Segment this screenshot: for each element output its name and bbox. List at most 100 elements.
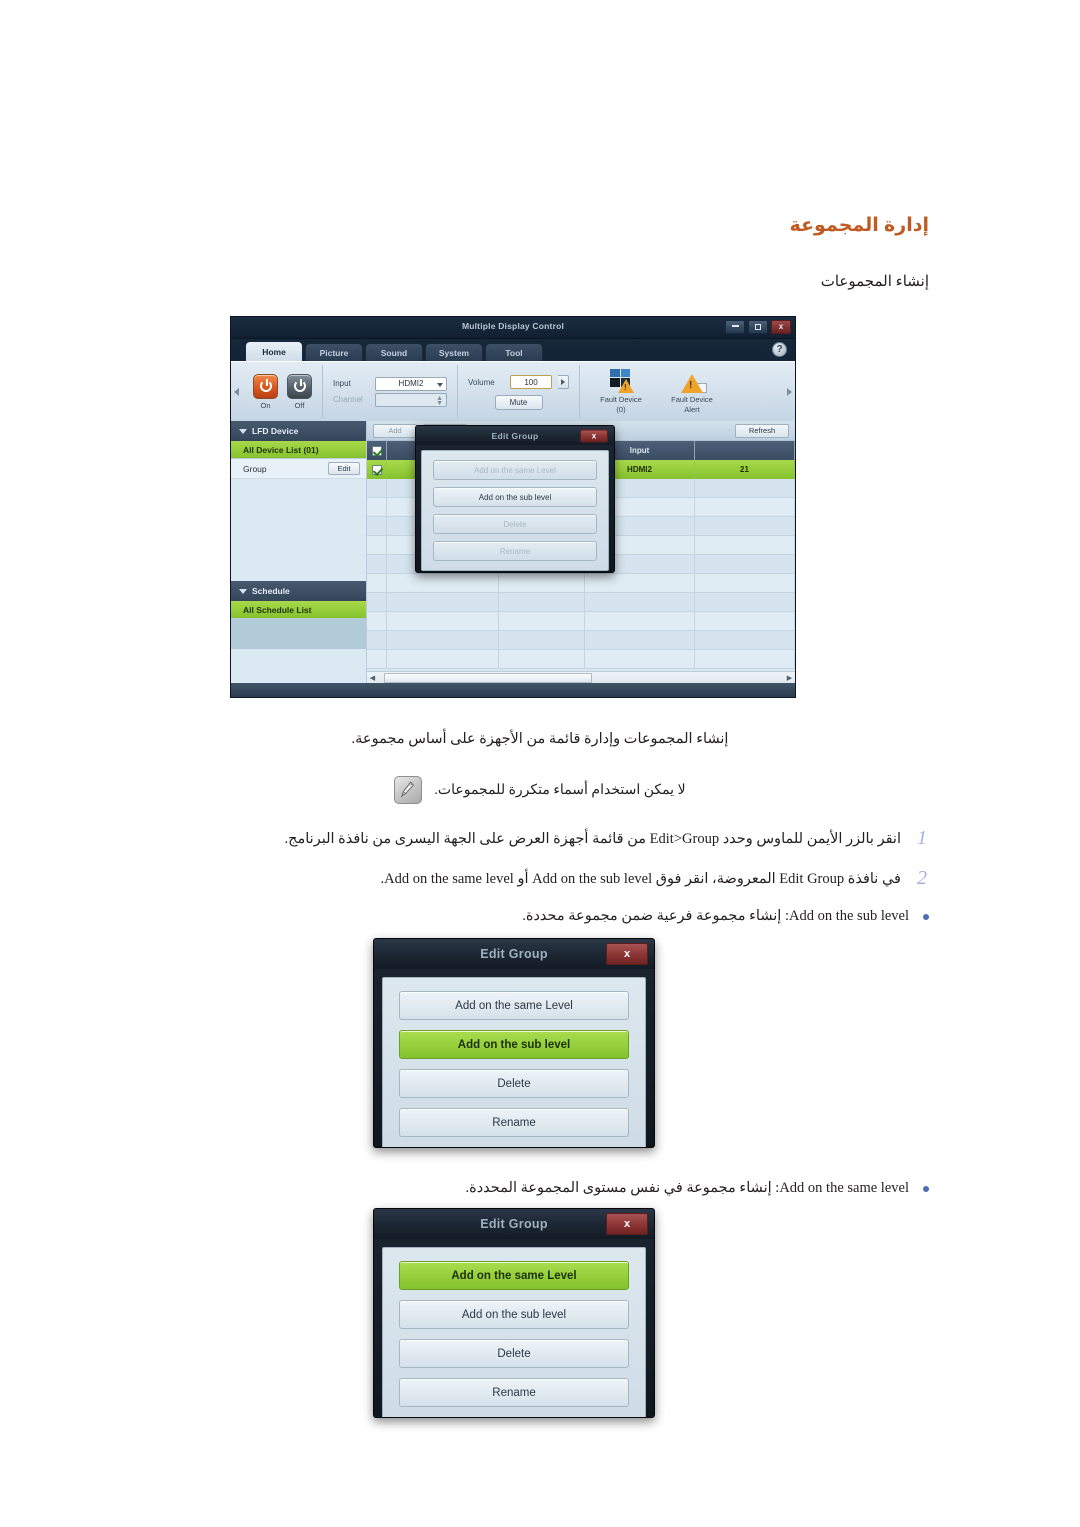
power-group: On Off <box>243 365 323 418</box>
app-status-bar <box>231 683 795 697</box>
tab-picture[interactable]: Picture <box>305 343 363 361</box>
add-on-same-level-button[interactable]: Add on the same Level <box>399 991 629 1020</box>
warning-triangle-icon <box>618 378 634 393</box>
horizontal-scrollbar[interactable]: ◀ ▶ <box>367 671 795 683</box>
table-row[interactable] <box>367 612 795 631</box>
power-on-icon[interactable] <box>253 373 278 399</box>
row-checkbox-cell[interactable] <box>367 460 387 479</box>
tab-system[interactable]: System <box>425 343 483 361</box>
fault-device-alert-label: Fault Device Alert <box>671 394 713 414</box>
dialog-title: Edit Group <box>480 947 548 961</box>
page-title: إدارة المجموعة <box>789 215 929 236</box>
input-row: Input HDMI2 <box>333 376 447 391</box>
dialog-title: Edit Group <box>480 1217 548 1231</box>
bullet-icon <box>923 914 929 920</box>
alert-triangle-icon <box>681 373 703 393</box>
row-checkbox[interactable] <box>371 464 382 475</box>
sidebar-item-all-device-list[interactable]: All Device List (01) <box>231 441 366 459</box>
app-titlebar: Multiple Display Control x <box>231 317 795 339</box>
help-icon[interactable]: ? <box>772 342 787 357</box>
add-on-sub-level-button[interactable]: Add on the sub level <box>399 1030 629 1059</box>
add-on-sub-level-button[interactable]: Add on the sub level <box>399 1300 629 1329</box>
sidebar-item-lfd-device[interactable]: LFD Device <box>231 421 366 441</box>
dialog-body: Add on the same Level Add on the sub lev… <box>421 450 609 571</box>
delete-button[interactable]: Delete <box>399 1069 629 1098</box>
add-button[interactable]: Add <box>373 423 417 438</box>
dialog-body: Add on the same Level Add on the sub lev… <box>382 977 646 1147</box>
table-row[interactable] <box>367 574 795 593</box>
app-ribbon: On Off Input HDMI2 Channel ▲ ▼ Volume 10… <box>231 361 795 421</box>
column-header-extra[interactable] <box>695 441 795 460</box>
rename-button[interactable]: Rename <box>399 1108 629 1137</box>
input-select[interactable]: HDMI2 <box>375 376 447 391</box>
scroll-left-icon[interactable]: ◀ <box>367 672 378 684</box>
maximize-icon[interactable] <box>748 320 768 334</box>
table-row[interactable] <box>367 593 795 612</box>
mute-button[interactable]: Mute <box>494 395 543 410</box>
power-off-control[interactable]: Off <box>287 373 312 410</box>
spinner-icon: ▲ ▼ <box>436 394 443 407</box>
fault-device-icon <box>608 368 634 393</box>
group-edit-button[interactable]: Edit <box>328 462 360 475</box>
step-item: 2 في نافذة Edit Group المعروضة، انقر فوق… <box>151 867 929 891</box>
fault-device-control[interactable]: Fault Device (0) <box>590 368 652 415</box>
close-icon[interactable]: x <box>606 943 648 965</box>
fault-device-alert-control[interactable]: Fault Device Alert <box>661 369 723 415</box>
delete-button[interactable]: Delete <box>399 1339 629 1368</box>
edit-group-dialog[interactable]: Edit Group x Add on the same Level Add o… <box>415 425 615 573</box>
sidebar-empty-area <box>231 479 366 581</box>
close-icon[interactable]: x <box>771 320 791 334</box>
rename-button[interactable]: Rename <box>399 1378 629 1407</box>
volume-stepper-icon[interactable] <box>558 375 569 389</box>
select-all-checkbox[interactable] <box>371 445 382 456</box>
scroll-right-icon[interactable] <box>787 387 792 396</box>
scroll-right-icon[interactable]: ▶ <box>784 672 795 684</box>
volume-input[interactable]: 100 <box>510 375 552 389</box>
bullet-icon <box>923 1186 929 1192</box>
step-text: انقر بالزر الأيمن للماوس وحدد Edit>Group… <box>284 831 901 847</box>
scrollbar-thumb[interactable] <box>384 672 592 683</box>
edit-group-dialog-same-level[interactable]: Edit Group x Add on the same Level Add o… <box>373 1208 655 1418</box>
tab-home[interactable]: Home <box>245 341 303 361</box>
step-text: في نافذة Edit Group المعروضة، انقر فوق A… <box>380 871 901 887</box>
scroll-left-icon[interactable] <box>234 387 239 396</box>
delete-button[interactable]: Delete <box>433 514 597 534</box>
table-row[interactable] <box>367 631 795 650</box>
dialog-titlebar: Edit Group x <box>416 426 614 445</box>
power-on-control[interactable]: On <box>253 373 278 410</box>
channel-stepper[interactable]: ▲ ▼ <box>375 392 447 407</box>
refresh-button[interactable]: Refresh <box>735 423 789 438</box>
sidebar-item-schedule[interactable]: Schedule <box>231 581 366 601</box>
dialog-title: Edit Group <box>491 430 539 441</box>
minimize-icon[interactable] <box>725 320 745 334</box>
note-block: لا يمكن استخدام أسماء متكررة للمجموعات. <box>151 776 929 804</box>
sidebar-item-all-schedule-list[interactable]: All Schedule List <box>231 601 366 619</box>
column-header-checkbox[interactable] <box>367 441 387 460</box>
fault-device-alert-icon <box>679 369 707 393</box>
input-group: Input HDMI2 Channel ▲ ▼ <box>323 365 458 418</box>
channel-row: Channel ▲ ▼ <box>333 392 447 407</box>
page-subtitle: إنشاء المجموعات <box>820 274 929 290</box>
document-page: إدارة المجموعة إنشاء المجموعات Multiple … <box>0 0 1080 1527</box>
list-item: Add on the same level: إنشاء مجموعة في ن… <box>260 1177 929 1199</box>
sidebar-item-group[interactable]: Group Edit <box>231 459 366 479</box>
close-icon[interactable]: x <box>580 429 608 442</box>
volume-group: Volume 100 Mute <box>458 365 580 418</box>
close-icon[interactable]: x <box>606 1213 648 1235</box>
app-window-title: Multiple Display Control <box>461 321 565 331</box>
row-extra-cell: 21 <box>695 460 795 479</box>
table-row[interactable] <box>367 650 795 669</box>
power-off-icon[interactable] <box>287 373 312 399</box>
edit-group-dialog-sub-level[interactable]: Edit Group x Add on the same Level Add o… <box>373 938 655 1148</box>
chevron-down-icon <box>437 382 443 387</box>
input-value: HDMI2 <box>398 379 424 388</box>
tab-tool[interactable]: Tool <box>485 343 543 361</box>
add-on-sub-level-button[interactable]: Add on the sub level <box>433 487 597 507</box>
fault-device-label: Fault Device (0) <box>600 394 642 414</box>
tab-sound[interactable]: Sound <box>365 343 423 361</box>
add-on-same-level-button[interactable]: Add on the same Level <box>433 460 597 480</box>
app-sidebar: LFD Device All Device List (01) Group Ed… <box>231 421 367 697</box>
add-on-same-level-button[interactable]: Add on the same Level <box>399 1261 629 1290</box>
schedule-label: Schedule <box>252 586 290 596</box>
rename-button[interactable]: Rename <box>433 541 597 561</box>
